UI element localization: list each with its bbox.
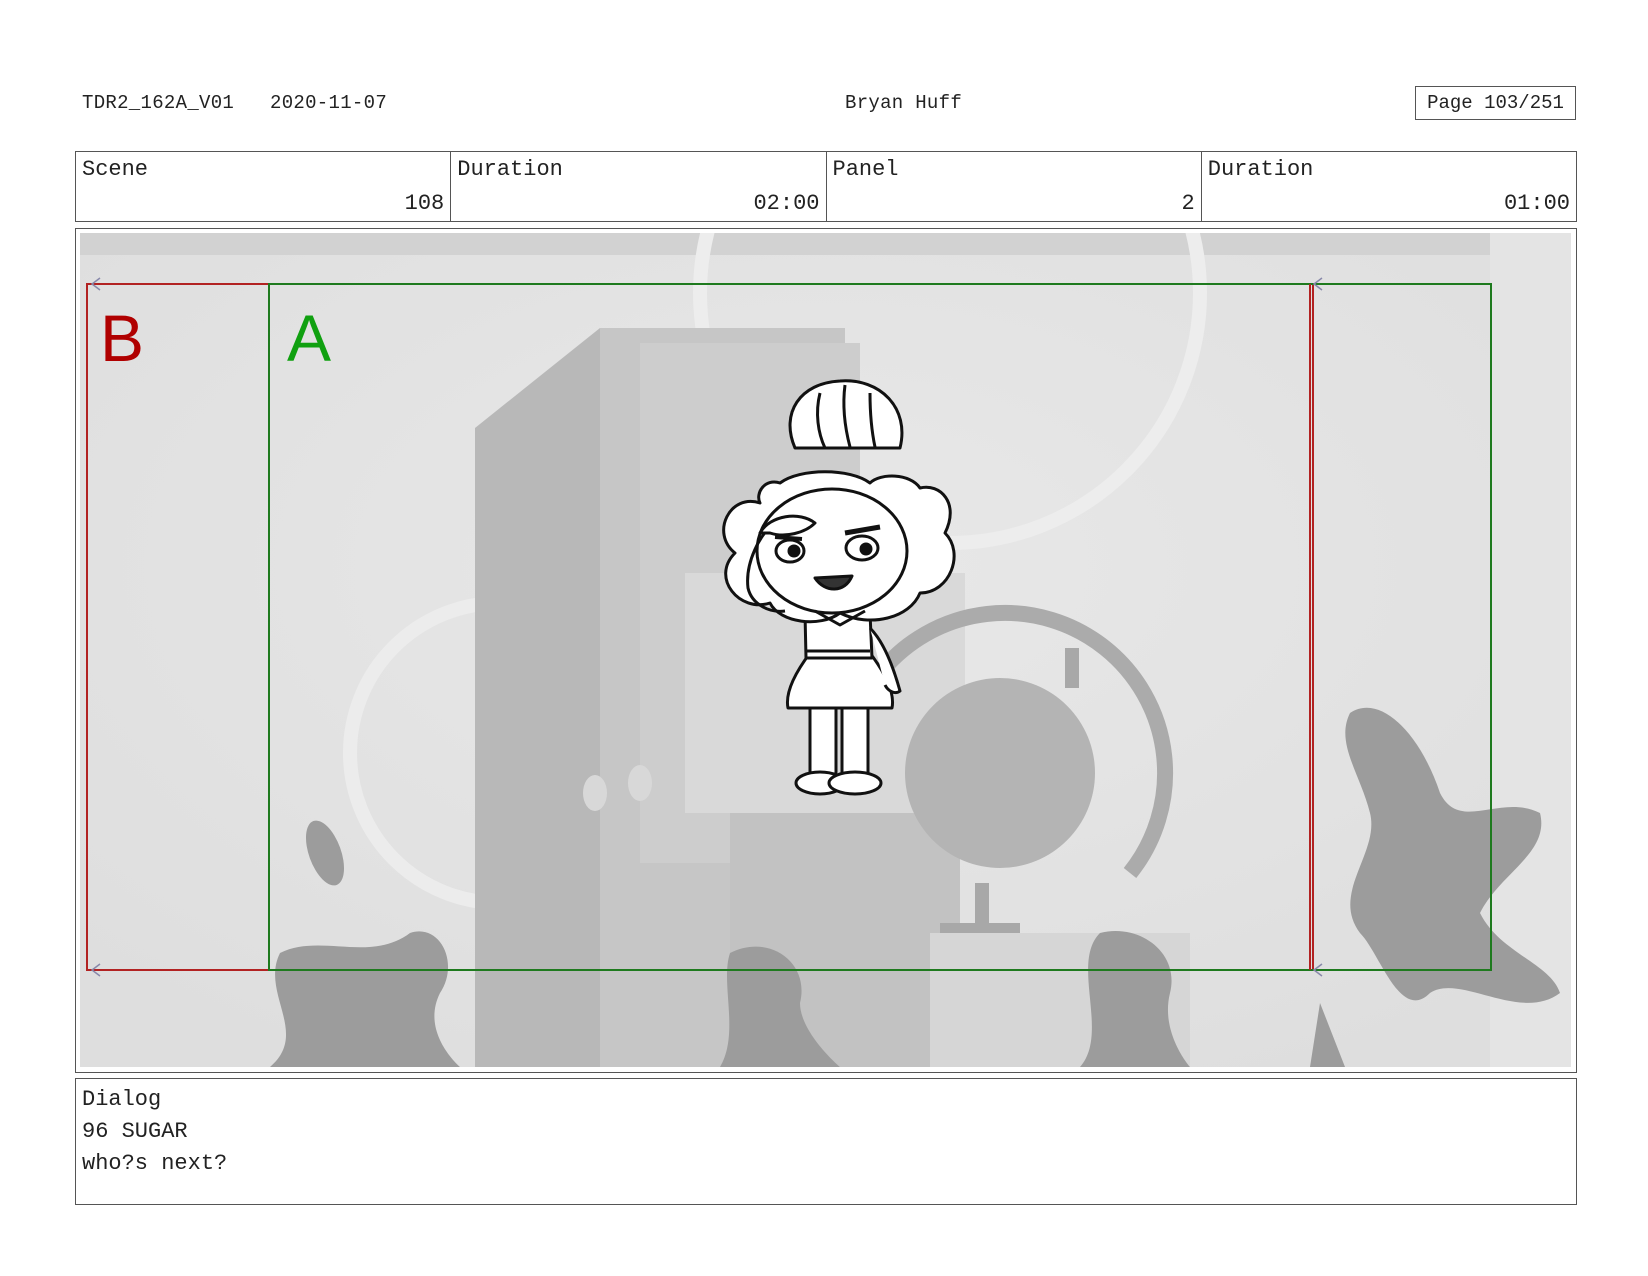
panel-duration-label: Duration — [1207, 157, 1314, 182]
page-number: Page 103/251 — [1415, 86, 1576, 120]
scene-duration-cell: Duration 02:00 — [451, 152, 827, 221]
project-id: TDR2_162A_V01 — [82, 92, 235, 114]
scene-cell: Scene 108 — [76, 152, 452, 221]
panel-label: Panel — [832, 157, 899, 182]
artist-name: Bryan Huff — [845, 92, 963, 114]
field-b-label: B — [100, 301, 145, 375]
scene-duration-value: 02:00 — [753, 191, 820, 216]
scene-label: Scene — [82, 157, 149, 182]
date: 2020-11-07 — [270, 92, 388, 114]
panel-duration-cell: Duration 01:00 — [1202, 152, 1576, 221]
panel-value: 2 — [1181, 191, 1195, 216]
dialog-title: Dialog — [82, 1087, 162, 1112]
panel-duration-value: 01:00 — [1503, 191, 1570, 216]
field-a-label: A — [287, 301, 332, 375]
scene-value: 108 — [404, 191, 445, 216]
dialog-box: Dialog 96 SUGAR who?s next? — [75, 1078, 1577, 1205]
panel-cell: Panel 2 — [827, 152, 1202, 221]
dialog-character: 96 SUGAR — [82, 1119, 188, 1144]
dialog-line: who?s next? — [82, 1151, 228, 1176]
scene-duration-label: Duration — [457, 157, 563, 182]
scene-info-table: Scene 108 Duration 02:00 Panel 2 Duratio… — [75, 151, 1577, 222]
